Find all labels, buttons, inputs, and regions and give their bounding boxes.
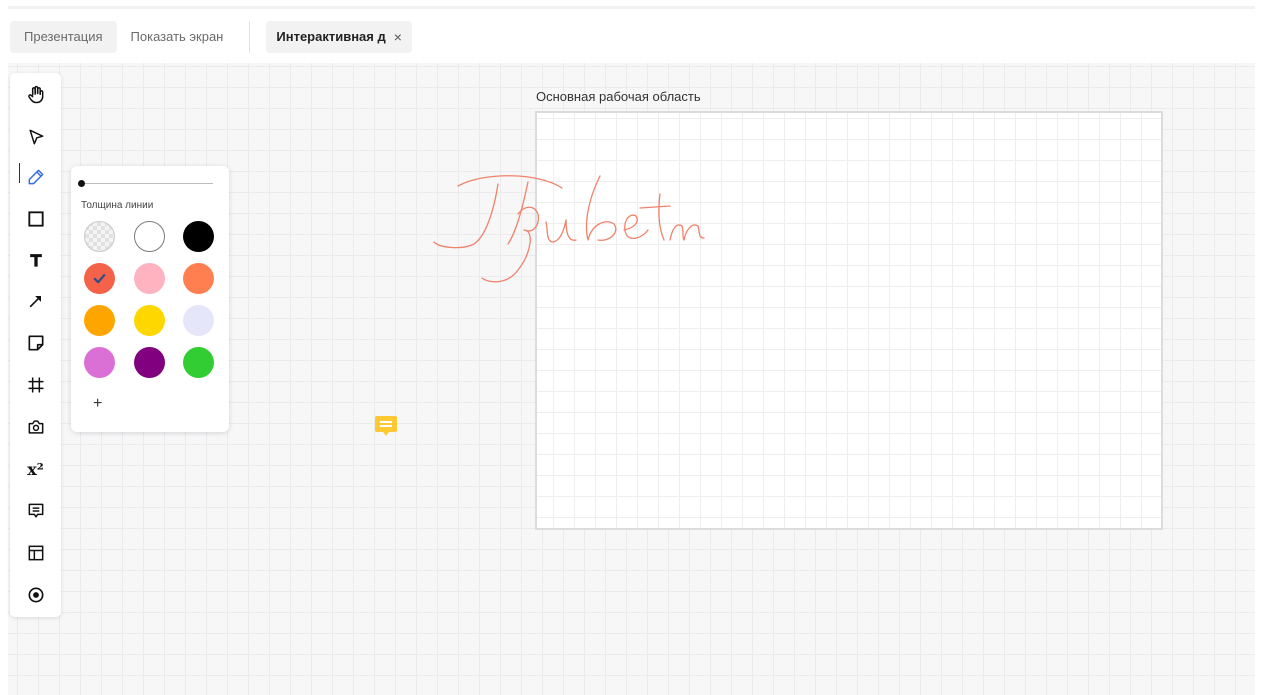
- frame-tool-button[interactable]: [10, 367, 61, 403]
- tab-interactive-board[interactable]: Интерактивная д ×: [266, 21, 412, 53]
- arrow-icon: [29, 296, 41, 308]
- select-tool-button[interactable]: [10, 119, 61, 155]
- target-icon: [28, 587, 43, 603]
- color-swatch-pink[interactable]: [134, 263, 165, 294]
- checkmark-icon: [93, 274, 106, 284]
- add-color-button[interactable]: +: [93, 395, 102, 413]
- color-swatch-red-selected[interactable]: [84, 263, 115, 294]
- template-tool-button[interactable]: [10, 535, 61, 571]
- line-width-slider-handle[interactable]: [78, 180, 85, 187]
- pointer-tool-button[interactable]: [10, 577, 61, 613]
- tab-share-screen[interactable]: Показать экран: [117, 21, 238, 53]
- camera-icon: [28, 420, 43, 434]
- color-swatch-orange[interactable]: [84, 305, 115, 336]
- line-width-slider[interactable]: [81, 183, 213, 184]
- arrow-tool-button[interactable]: [10, 283, 61, 319]
- color-swatch-lavender[interactable]: [183, 305, 214, 336]
- top-divider: [8, 6, 1255, 9]
- sticky-note-icon: [28, 335, 44, 351]
- screenshot-tool-button[interactable]: [10, 409, 61, 445]
- color-swatch-orchid[interactable]: [84, 347, 115, 378]
- hand-tool-button[interactable]: [10, 77, 61, 113]
- text-icon: [29, 254, 42, 267]
- cursor-icon: [28, 129, 43, 145]
- pen-settings-panel: Толщина линии +: [71, 166, 229, 432]
- handwritten-drawing[interactable]: [428, 160, 718, 290]
- comment-marker-icon[interactable]: [374, 416, 398, 438]
- color-swatch-transparent[interactable]: [84, 221, 115, 252]
- pencil-icon: [28, 169, 43, 185]
- hand-icon: [27, 85, 43, 104]
- color-swatch-white[interactable]: [134, 221, 165, 252]
- tab-presentation[interactable]: Презентация: [10, 21, 117, 53]
- template-icon: [28, 545, 43, 561]
- color-swatch-black[interactable]: [183, 221, 214, 252]
- close-icon[interactable]: ×: [394, 21, 402, 53]
- sticky-note-tool-button[interactable]: [10, 325, 61, 361]
- text-tool-button[interactable]: [10, 242, 61, 278]
- comment-icon: [28, 503, 43, 518]
- color-swatch-coral[interactable]: [183, 263, 214, 294]
- rectangle-icon: [27, 211, 44, 227]
- formula-icon: x²: [27, 459, 44, 479]
- frame-title: Основная рабочая область: [536, 89, 701, 104]
- formula-tool-button[interactable]: x²: [10, 451, 61, 487]
- line-width-label: Толщина линии: [81, 200, 154, 211]
- frame-hash-icon: [28, 377, 43, 393]
- color-swatch-green[interactable]: [183, 347, 214, 378]
- tab-interactive-board-label: Интерактивная д: [276, 29, 386, 44]
- rectangle-tool-button[interactable]: [10, 201, 61, 237]
- comment-tool-button[interactable]: [10, 493, 61, 529]
- pen-tool-button[interactable]: [10, 159, 61, 195]
- color-swatch-yellow[interactable]: [134, 305, 165, 336]
- tab-separator: [249, 21, 251, 53]
- tool-palette-body: x²: [10, 73, 61, 617]
- tab-bar: Презентация Показать экран Интерактивная…: [10, 21, 412, 53]
- color-swatch-purple[interactable]: [134, 347, 165, 378]
